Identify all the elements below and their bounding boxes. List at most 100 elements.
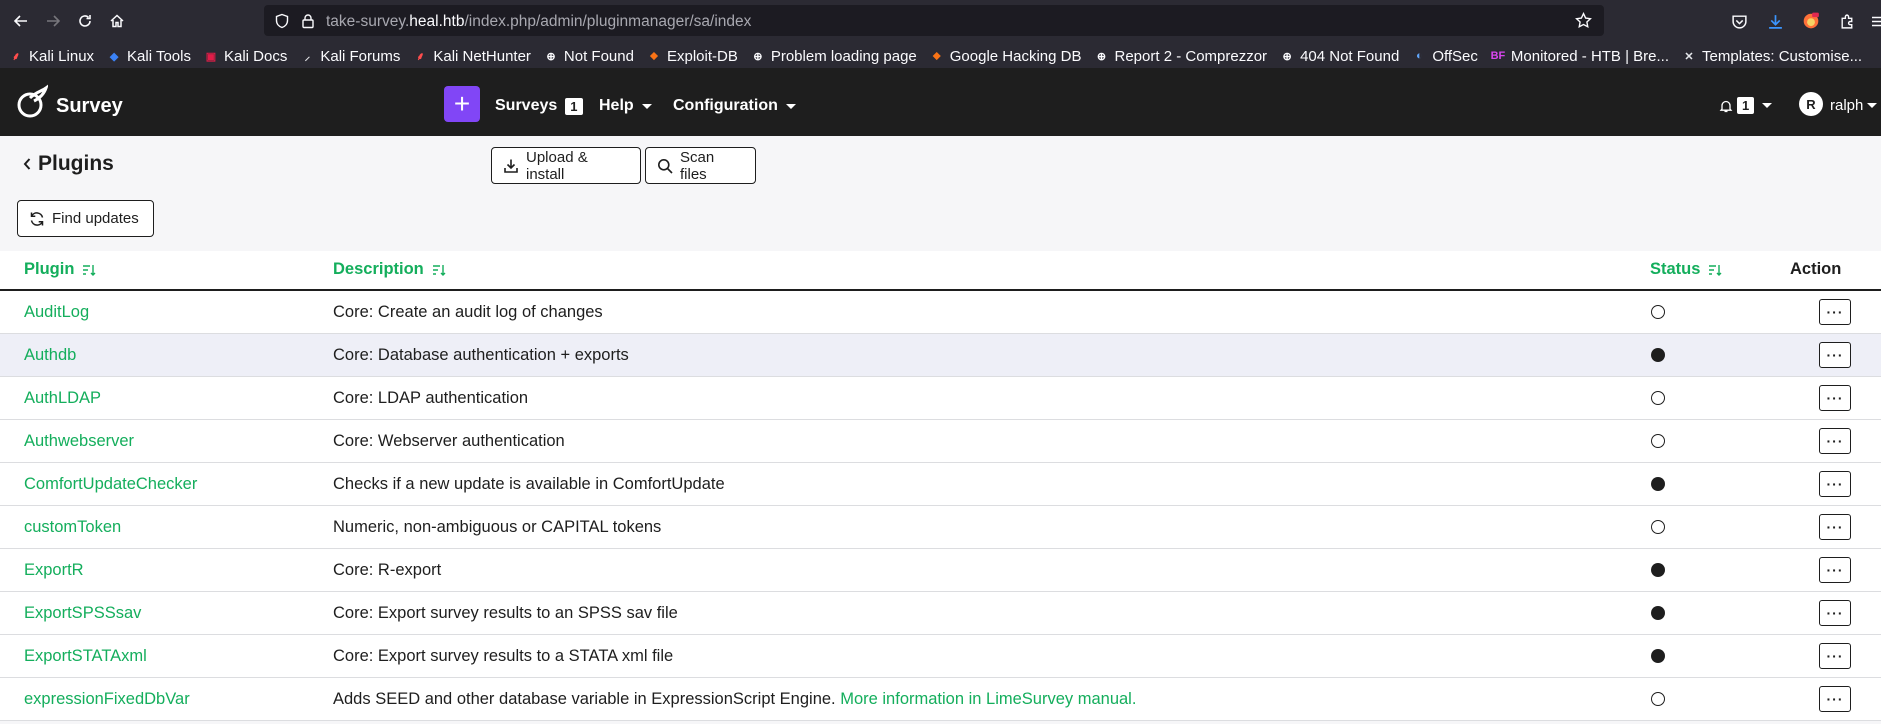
plugin-description: Core: Export survey results to a STATA x… [333, 647, 673, 666]
manual-link[interactable]: More information in LimeSurvey manual. [840, 690, 1136, 708]
url-text[interactable]: take-survey.heal.htb/index.php/admin/plu… [326, 13, 751, 31]
bookmark-item[interactable]: ⊕ Not Found [537, 48, 640, 65]
bookmark-item[interactable]: ⊕ 404 Not Found [1273, 48, 1405, 65]
globe-icon: ⊕ [753, 50, 763, 63]
table-body: AuditLog Core: Create an audit log of cha… [0, 291, 1881, 721]
chevron-left-icon[interactable] [22, 157, 32, 171]
bookmark-item[interactable]: ⸙ Kali Linux [0, 48, 100, 65]
help-menu[interactable]: Help [599, 97, 652, 115]
offsec-icon: ◐ [1415, 50, 1423, 62]
row-actions-button[interactable]: ··· [1819, 299, 1851, 325]
bookmark-label: Monitored - HTB | Bre... [1510, 47, 1670, 65]
forward-icon[interactable] [42, 10, 64, 32]
bookmark-item[interactable]: BF Monitored - HTB | Bre... [1484, 48, 1675, 65]
plugin-name-link[interactable]: ExportR [24, 561, 84, 580]
star-icon[interactable] [1575, 12, 1592, 29]
shield-icon[interactable] [274, 13, 290, 29]
kali-docs-icon: ▣ [205, 50, 217, 63]
bookmark-item[interactable]: ◆ Kali Tools [100, 48, 197, 65]
sort-icon [82, 264, 96, 276]
plugin-description: Core: R-export [333, 561, 441, 580]
plugin-name-link[interactable]: ExportSPSSsav [24, 604, 141, 623]
bookmark-label: Kali NetHunter [433, 47, 531, 65]
plugin-description-text: Core: R-export [333, 561, 442, 579]
reload-icon[interactable] [74, 10, 96, 32]
row-actions-button[interactable]: ··· [1819, 514, 1851, 540]
download-icon[interactable] [1764, 10, 1786, 32]
plugin-name-link[interactable]: ComfortUpdateChecker [24, 475, 197, 494]
sort-icon [432, 264, 446, 276]
row-actions-button[interactable]: ··· [1819, 600, 1851, 626]
bf-icon: BF [1490, 50, 1506, 62]
plugin-name-link[interactable]: ExportSTATAxml [24, 647, 147, 666]
kali-forums-icon: ⸝ [304, 50, 311, 63]
menu-icon[interactable] [1866, 10, 1881, 32]
find-updates-button[interactable]: Find updates [17, 200, 154, 237]
bell-icon [1719, 99, 1733, 113]
row-actions-button[interactable]: ··· [1819, 385, 1851, 411]
plugin-description-text: Core: Webserver authentication [333, 432, 565, 450]
home-icon[interactable] [106, 10, 128, 32]
plugin-name-link[interactable]: AuditLog [24, 303, 89, 322]
surveys-label: Surveys [495, 97, 558, 114]
chevron-down-icon [1867, 103, 1878, 108]
column-header-description[interactable]: Description [333, 260, 446, 279]
bookmark-item[interactable]: ⬥ Google Hacking DB [923, 48, 1088, 65]
plugin-name-link[interactable]: AuthLDAP [24, 389, 101, 408]
lock-icon[interactable] [300, 13, 316, 29]
back-icon[interactable] [10, 10, 32, 32]
plugin-name-link[interactable]: customToken [24, 518, 121, 537]
table-row: AuditLog Core: Create an audit log of cha… [0, 291, 1881, 334]
configuration-label: Configuration [673, 97, 778, 114]
bookmark-label: Kali Forums [320, 47, 401, 65]
bookmark-item[interactable]: ⸙ Kali NetHunter [406, 48, 537, 65]
row-actions-button[interactable]: ··· [1819, 557, 1851, 583]
column-header-plugin-label: Plugin [24, 260, 75, 278]
column-header-status[interactable]: Status [1650, 260, 1722, 279]
surveys-menu[interactable]: Surveys 1 [495, 97, 583, 115]
extensions-icon[interactable] [1836, 10, 1858, 32]
notifications-menu[interactable]: 1 [1719, 97, 1773, 114]
plugin-name-link[interactable]: Authdb [24, 346, 76, 365]
bookmark-item[interactable]: ⬥ Exploit-DB [640, 48, 744, 65]
plugin-name-link[interactable]: expressionFixedDbVar [24, 690, 190, 709]
user-menu[interactable]: ralph [1830, 97, 1878, 114]
status-active-icon [1651, 348, 1665, 362]
plugin-description: Core: Create an audit log of changes [333, 303, 603, 322]
bookmark-item[interactable]: ⊕ Problem loading page [744, 48, 923, 65]
kali-tools-icon: ◆ [109, 50, 119, 63]
column-header-plugin[interactable]: Plugin [24, 260, 96, 279]
scan-files-button[interactable]: Scan files [645, 147, 756, 184]
row-actions-button[interactable]: ··· [1819, 686, 1851, 712]
row-actions-button[interactable]: ··· [1819, 471, 1851, 497]
row-actions-button[interactable]: ··· [1819, 342, 1851, 368]
pocket-icon[interactable] [1728, 10, 1750, 32]
exploit-db-icon: ⬥ [650, 49, 658, 62]
bookmark-item[interactable]: ⊕ Report 2 - Comprezzor [1088, 48, 1274, 65]
kali-dragon-icon: ⸙ [11, 50, 21, 63]
status-inactive-icon [1651, 692, 1665, 706]
bookmark-item[interactable]: ◐ OffSec [1405, 48, 1484, 65]
plugin-name-link[interactable]: Authwebserver [24, 432, 134, 451]
avatar[interactable]: R [1799, 92, 1823, 116]
firefox-account-icon[interactable] [1800, 10, 1822, 32]
ghdb-icon: ⬥ [932, 49, 941, 62]
row-actions-button[interactable]: ··· [1819, 428, 1851, 454]
bookmark-item[interactable]: ⸝ Kali Forums [293, 48, 406, 65]
search-icon [657, 158, 673, 174]
status-inactive-icon [1651, 305, 1665, 319]
limesurvey-logo[interactable]: Survey [16, 84, 123, 120]
joomla-icon: ✕ [1684, 50, 1694, 63]
bookmark-item[interactable]: ✕ Templates: Customise... [1675, 48, 1868, 65]
brand-name: Survey [56, 94, 123, 117]
add-survey-button[interactable]: + [444, 86, 480, 122]
upload-install-button[interactable]: Upload & install [491, 147, 641, 184]
plugin-description: Numeric, non-ambiguous or CAPITAL tokens [333, 518, 661, 537]
user-name: ralph [1830, 97, 1864, 114]
bookmark-label: OffSec [1432, 47, 1478, 65]
row-actions-button[interactable]: ··· [1819, 643, 1851, 669]
address-bar[interactable]: take-survey.heal.htb/index.php/admin/plu… [264, 5, 1604, 36]
plugin-description-text: Core: Export survey results to an SPSS s… [333, 604, 678, 622]
bookmark-item[interactable]: ▣ Kali Docs [197, 48, 293, 65]
configuration-menu[interactable]: Configuration [673, 97, 796, 115]
